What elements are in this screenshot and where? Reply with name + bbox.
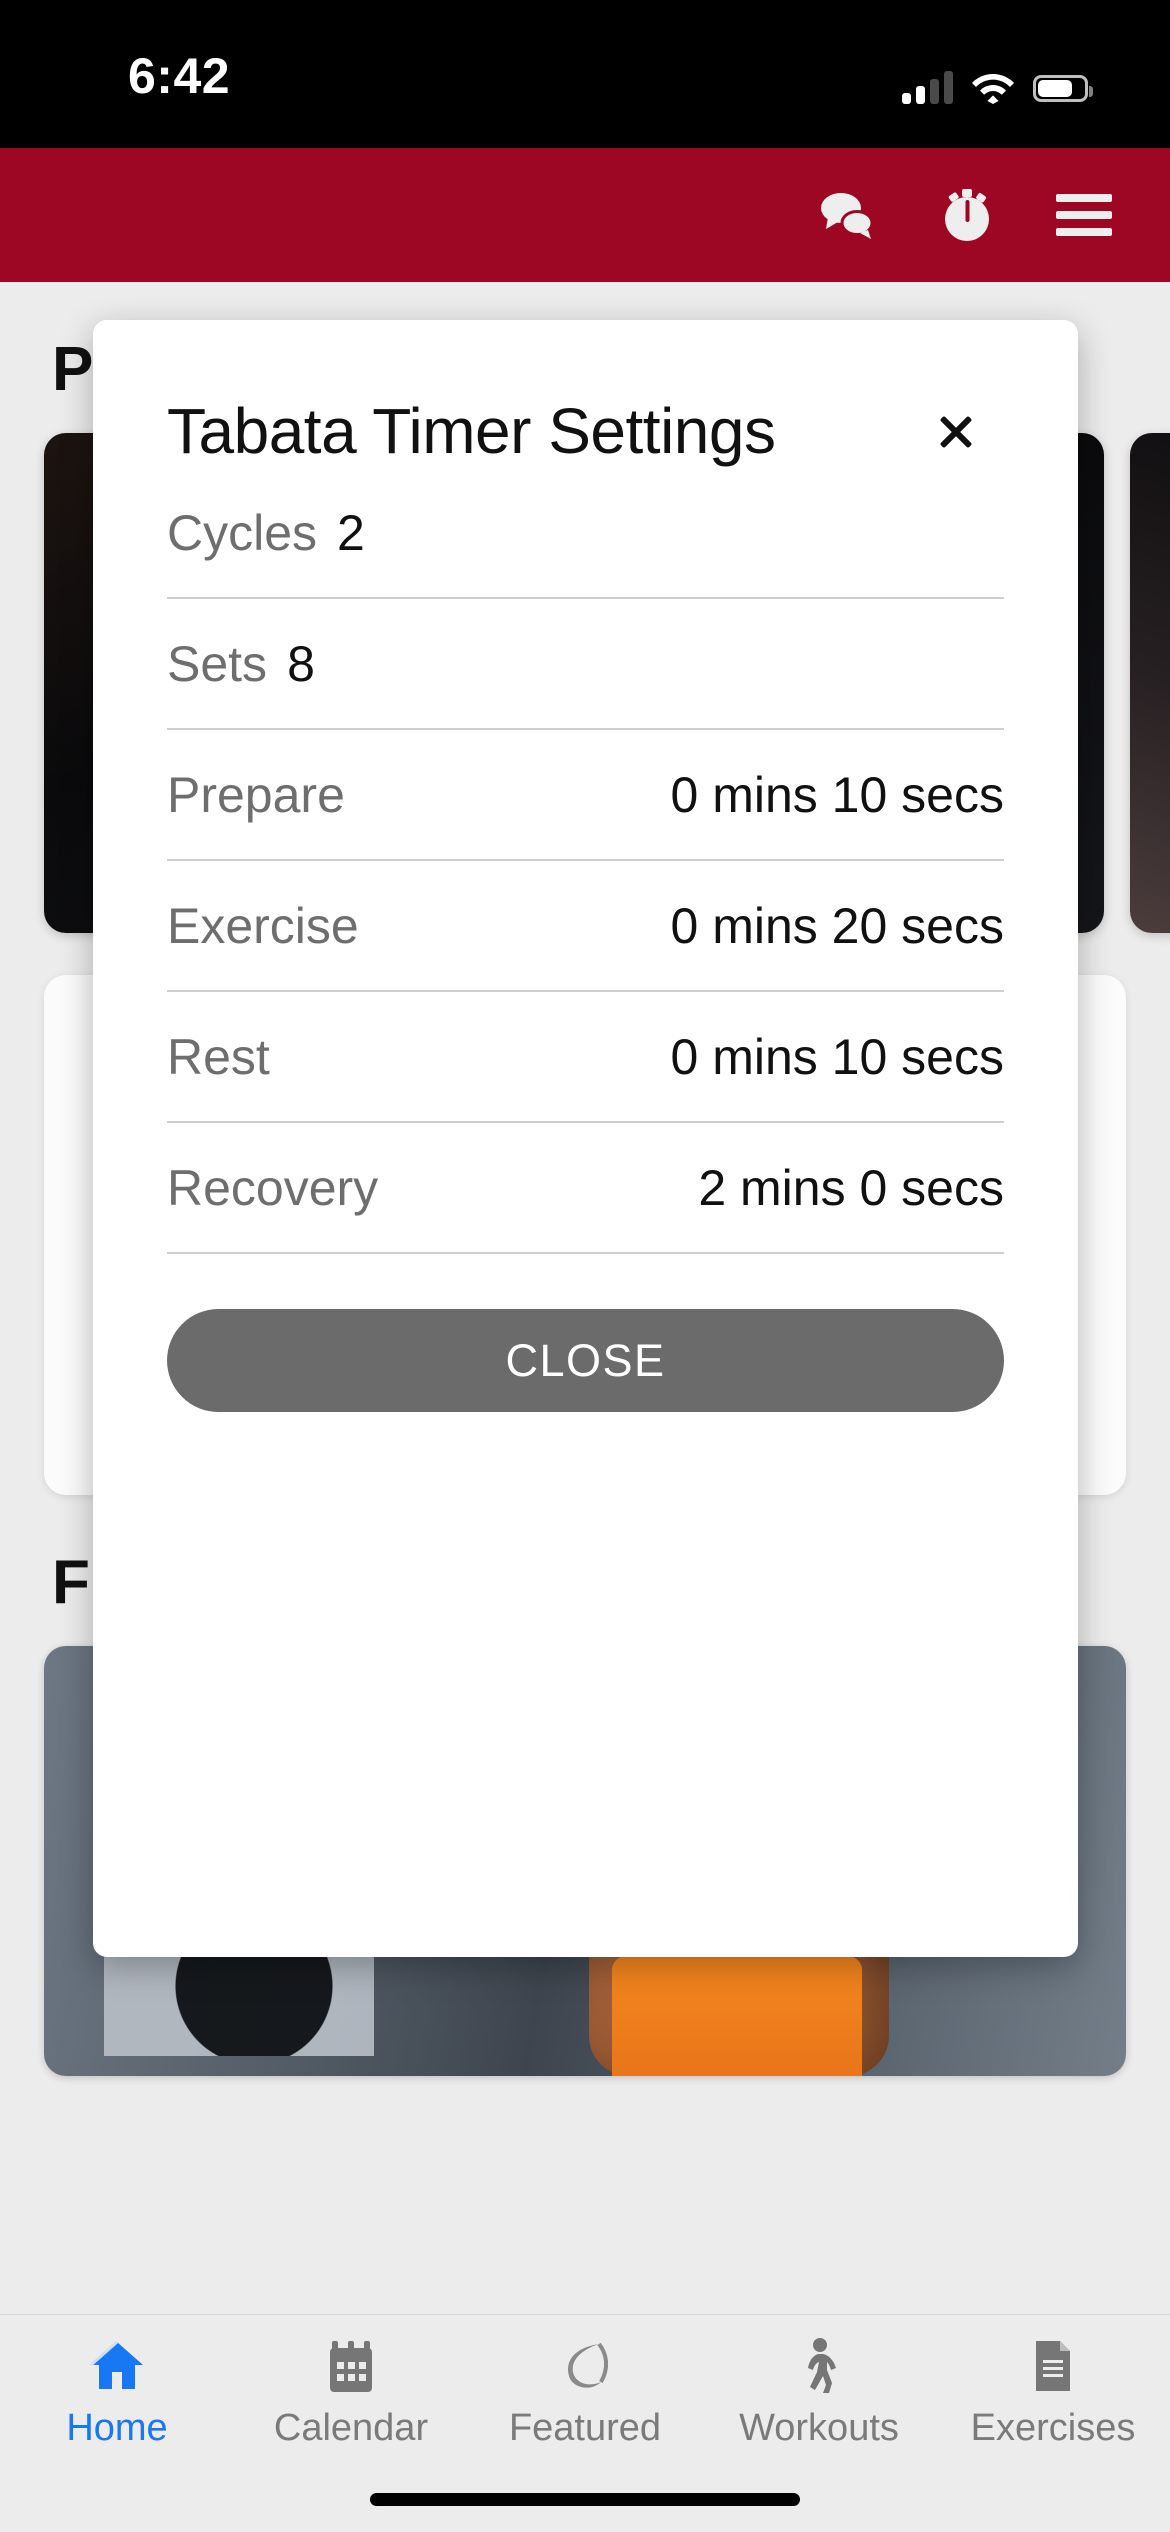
close-icon[interactable]: [920, 396, 990, 466]
menu-icon[interactable]: [1056, 194, 1112, 236]
setting-value-exercise: 0 mins 20 secs: [670, 897, 1004, 954]
setting-row-prepare[interactable]: Prepare 0 mins 10 secs: [167, 730, 1004, 861]
tab-label-calendar: Calendar: [273, 2407, 429, 2449]
home-indicator: [370, 2493, 800, 2506]
app-header-bar: [0, 148, 1170, 282]
wifi-icon: [971, 70, 1015, 104]
walking-icon: [788, 2337, 850, 2395]
battery-icon: [1033, 75, 1093, 102]
setting-row-rest[interactable]: Rest 0 mins 10 secs: [167, 992, 1004, 1123]
tab-exercises[interactable]: Exercises: [936, 2337, 1170, 2450]
tabata-timer-settings-dialog: Tabata Timer Settings Cycles 2 Sets 8 Pr…: [93, 320, 1078, 1957]
setting-value-cycles: 2: [337, 504, 365, 561]
tab-label-home: Home: [66, 2407, 168, 2449]
tab-home[interactable]: Home: [0, 2337, 234, 2450]
tab-label-exercises: Exercises: [970, 2407, 1136, 2449]
dialog-title: Tabata Timer Settings: [167, 395, 776, 467]
tab-featured[interactable]: Featured: [468, 2337, 702, 2450]
setting-row-cycles[interactable]: Cycles 2: [167, 468, 1004, 599]
setting-label-rest: Rest: [167, 1028, 270, 1085]
setting-label-exercise: Exercise: [167, 897, 359, 954]
document-icon: [1022, 2337, 1084, 2395]
setting-label-recovery: Recovery: [167, 1159, 379, 1216]
popular-card-next[interactable]: [1130, 433, 1170, 933]
status-bar: 6:42: [0, 0, 1170, 148]
setting-value-sets: 8: [287, 635, 315, 692]
featured-icon: [554, 2337, 616, 2395]
setting-label-sets: Sets: [167, 635, 268, 692]
setting-value-recovery: 2 mins 0 secs: [698, 1159, 1004, 1216]
status-bar-time: 6:42: [128, 48, 231, 104]
setting-label-prepare: Prepare: [167, 766, 345, 823]
home-icon: [86, 2337, 148, 2395]
cellular-signal-icon: [902, 70, 953, 104]
setting-value-rest: 0 mins 10 secs: [670, 1028, 1004, 1085]
timer-icon[interactable]: [936, 184, 998, 246]
tab-label-workouts: Workouts: [739, 2407, 899, 2449]
setting-value-prepare: 0 mins 10 secs: [670, 766, 1004, 823]
tab-calendar[interactable]: Calendar: [234, 2337, 468, 2450]
setting-label-cycles: Cycles: [167, 504, 318, 561]
tab-workouts[interactable]: Workouts: [702, 2337, 936, 2450]
status-bar-indicators: [902, 58, 1093, 104]
setting-row-recovery[interactable]: Recovery 2 mins 0 secs: [167, 1123, 1004, 1254]
athlete-shorts-graphic: [612, 1956, 862, 2076]
chat-icon[interactable]: [816, 184, 878, 246]
setting-row-exercise[interactable]: Exercise 0 mins 20 secs: [167, 861, 1004, 992]
dialog-header: Tabata Timer Settings: [167, 320, 1004, 468]
tab-label-featured: Featured: [508, 2407, 662, 2449]
close-button[interactable]: CLOSE: [167, 1309, 1004, 1412]
setting-row-sets[interactable]: Sets 8: [167, 599, 1004, 730]
calendar-icon: [320, 2337, 382, 2395]
bottom-tab-bar: Home Calendar Featured Workouts Exercise…: [0, 2314, 1170, 2532]
